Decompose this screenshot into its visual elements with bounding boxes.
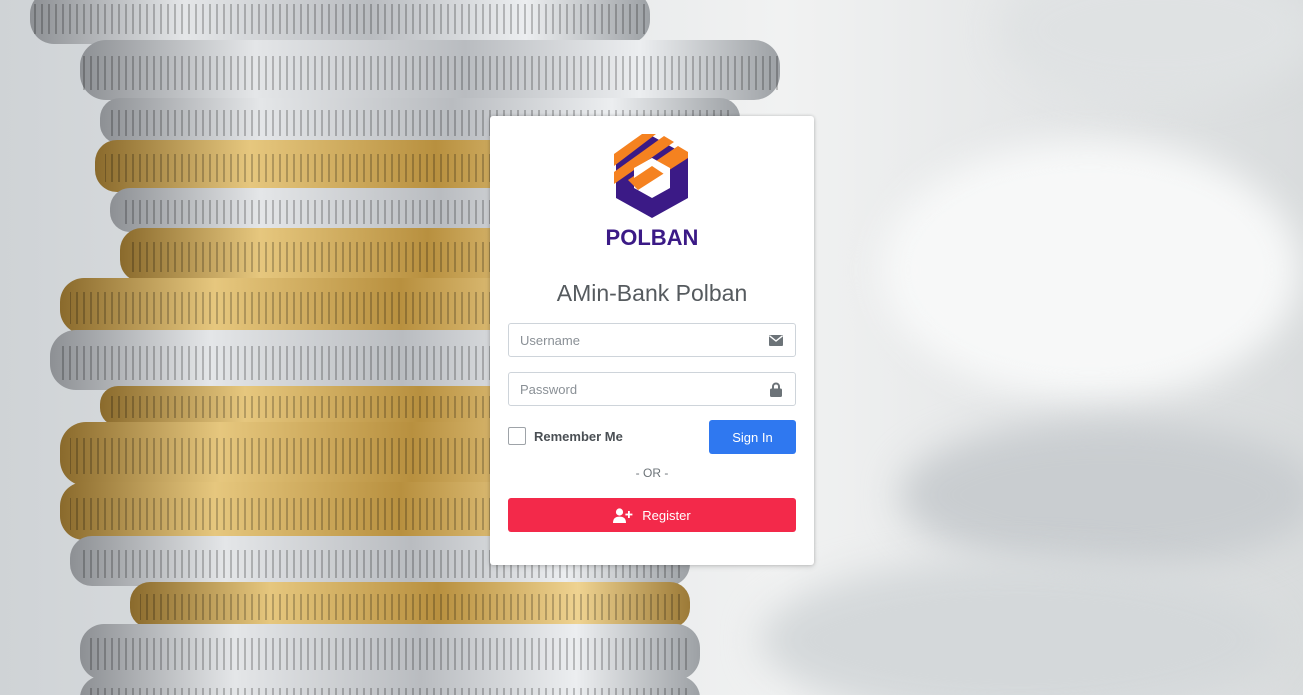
sign-in-button[interactable]: Sign In (709, 420, 796, 454)
user-plus-icon (613, 507, 633, 523)
or-separator: - OR - (635, 466, 669, 480)
username-input[interactable] (509, 324, 754, 356)
remember-me-label[interactable]: Remember Me (534, 429, 623, 444)
remember-me[interactable]: Remember Me (508, 426, 623, 446)
register-button[interactable]: Register (508, 498, 796, 532)
app-title: AMin-Bank Polban (556, 280, 748, 306)
password-field[interactable] (508, 372, 796, 406)
sign-in-label: Sign In (732, 429, 773, 445)
polban-logo-icon (614, 134, 688, 218)
polban-logo (490, 132, 814, 229)
logo-text: POLBAN (605, 225, 699, 250)
register-label: Register (642, 507, 691, 523)
lock-icon (757, 373, 795, 405)
password-input[interactable] (509, 373, 754, 405)
login-card: POLBAN AMin-Bank Polban Remember Me Sign… (490, 116, 814, 565)
envelope-icon (757, 324, 795, 356)
remember-me-checkbox[interactable] (508, 427, 526, 445)
username-field[interactable] (508, 323, 796, 357)
